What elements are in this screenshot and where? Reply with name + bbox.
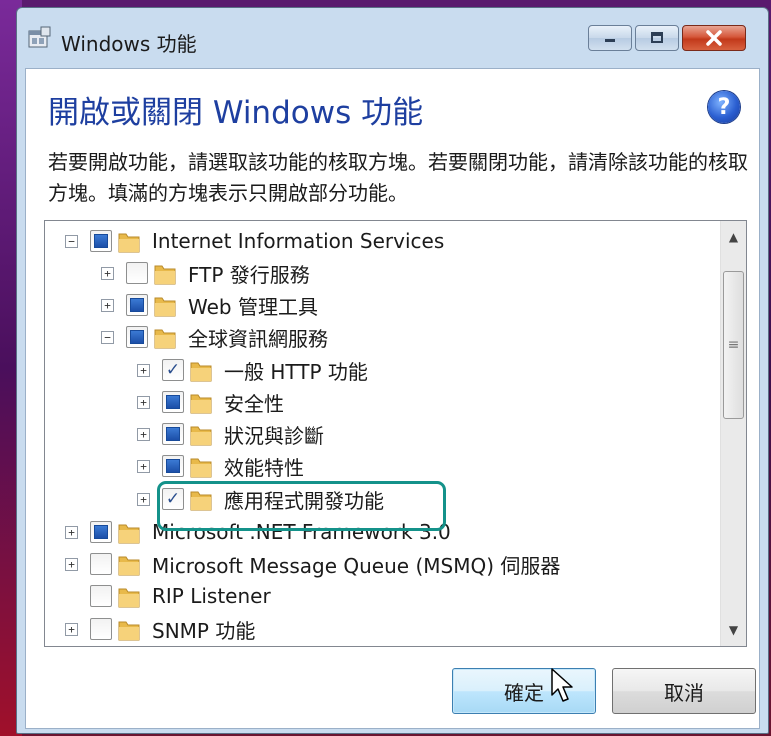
scroll-up-arrow-icon[interactable]: ▲ <box>721 225 746 249</box>
tree-item[interactable]: +RIP Listener <box>65 580 271 612</box>
close-button[interactable] <box>682 25 746 51</box>
partial-fill <box>130 330 144 344</box>
tree-item[interactable]: + ✓ 一般 HTTP 功能 <box>137 354 368 386</box>
folder-icon <box>189 421 213 447</box>
feature-checkbox[interactable] <box>90 230 112 252</box>
window-title: Windows 功能 <box>61 32 197 56</box>
tree-item[interactable]: + SNMP 功能 <box>65 613 255 645</box>
windows-features-icon <box>28 26 51 48</box>
minimize-button[interactable] <box>588 25 632 51</box>
checkmark-icon: ✓ <box>165 359 181 380</box>
expand-icon[interactable]: + <box>101 266 114 280</box>
tree-item-label: SNMP 功能 <box>152 618 256 643</box>
scroll-thumb[interactable]: ≡ <box>723 271 744 419</box>
expand-icon[interactable]: + <box>65 525 78 539</box>
tree-item-label: FTP 發行服務 <box>188 262 310 287</box>
page-title: 開啟或關閉 Windows 功能 <box>48 95 424 131</box>
folder-icon <box>117 616 141 642</box>
mouse-pointer-icon <box>551 668 573 702</box>
feature-checkbox[interactable] <box>126 326 148 348</box>
tree-item[interactable]: + Microsoft Message Queue (MSMQ) 伺服器 <box>65 548 560 580</box>
expand-icon[interactable]: + <box>137 427 150 441</box>
expand-icon[interactable]: + <box>137 395 150 409</box>
partial-fill <box>166 459 180 473</box>
tree-item[interactable]: − Internet Information Services <box>65 225 444 257</box>
minimize-icon <box>605 39 615 42</box>
feature-checkbox[interactable] <box>126 294 148 316</box>
expand-icon[interactable]: + <box>137 363 150 377</box>
feature-checkbox[interactable] <box>162 391 184 413</box>
tree-item[interactable]: + FTP 發行服務 <box>101 257 310 289</box>
partial-fill <box>94 234 108 248</box>
tree-item-label: 安全性 <box>224 391 284 416</box>
feature-checkbox[interactable]: ✓ <box>162 359 184 381</box>
feature-checkbox[interactable] <box>90 618 112 640</box>
tree-item-label: Internet Information Services <box>152 229 445 253</box>
maximize-button[interactable] <box>635 25 679 51</box>
expand-icon[interactable]: + <box>65 622 78 636</box>
expand-icon[interactable]: + <box>137 492 150 506</box>
feature-checkbox[interactable] <box>90 521 112 543</box>
feature-checkbox[interactable] <box>126 262 148 284</box>
maximize-icon <box>651 32 663 43</box>
tree-item-label: 效能特性 <box>224 455 304 480</box>
highlight-annotation <box>157 481 446 531</box>
collapse-icon[interactable]: − <box>65 234 78 248</box>
vertical-scrollbar[interactable]: ▲ ≡ ▼ <box>720 221 746 646</box>
scroll-down-arrow-icon[interactable]: ▼ <box>721 618 746 642</box>
folder-icon <box>189 453 213 479</box>
instructions-text: 若要開啟功能，請選取該功能的核取方塊。若要關閉功能，請清除該功能的核取方塊。填滿… <box>48 150 748 205</box>
folder-icon <box>189 357 213 383</box>
expand-icon[interactable]: + <box>137 459 150 473</box>
features-tree[interactable]: − Internet Information Services + FTP 發行服務 +… <box>44 220 747 647</box>
folder-icon <box>117 228 141 254</box>
folder-icon <box>189 389 213 415</box>
help-icon[interactable]: ? <box>708 91 740 123</box>
feature-checkbox[interactable] <box>90 585 112 607</box>
partial-fill <box>166 395 180 409</box>
folder-icon <box>117 583 141 609</box>
tree-item[interactable]: + 安全性 <box>137 386 284 418</box>
expand-icon[interactable]: + <box>65 557 78 571</box>
tree-item-label: 一般 HTTP 功能 <box>224 359 368 384</box>
folder-icon <box>153 260 177 286</box>
folder-icon <box>153 324 177 350</box>
partial-fill <box>166 427 180 441</box>
expand-icon[interactable]: + <box>101 298 114 312</box>
dialog-content: 開啟或關閉 Windows 功能 ? 若要開啟功能，請選取該功能的核取方塊。若要… <box>25 68 760 729</box>
cancel-button[interactable]: 取消 <box>612 668 756 714</box>
feature-checkbox[interactable] <box>162 455 184 477</box>
feature-checkbox[interactable] <box>90 553 112 575</box>
partial-fill <box>130 298 144 312</box>
tree-item[interactable]: + 狀況與診斷 <box>137 418 324 450</box>
tree-item[interactable]: − 全球資訊網服務 <box>101 321 328 353</box>
tree-item-label: Microsoft Message Queue (MSMQ) 伺服器 <box>152 553 561 578</box>
title-bar[interactable]: Windows 功能 <box>17 8 768 68</box>
folder-icon <box>153 292 177 318</box>
windows-features-dialog: Windows 功能 開啟或關閉 Windows 功能 ? 若要開啟功能，請選取… <box>16 7 769 734</box>
folder-icon <box>117 551 141 577</box>
tree-item[interactable]: + 效能特性 <box>137 450 304 482</box>
feature-checkbox[interactable] <box>162 423 184 445</box>
tree-item-label: Web 管理工具 <box>188 294 318 319</box>
tree-item[interactable]: + Web 管理工具 <box>101 289 318 321</box>
collapse-icon[interactable]: − <box>101 330 114 344</box>
tree-item-label: 狀況與診斷 <box>224 423 324 448</box>
close-icon <box>706 30 722 46</box>
folder-icon <box>117 519 141 545</box>
tree-item-label: 全球資訊網服務 <box>188 326 328 351</box>
partial-fill <box>94 525 108 539</box>
tree-item-label: RIP Listener <box>152 584 271 608</box>
